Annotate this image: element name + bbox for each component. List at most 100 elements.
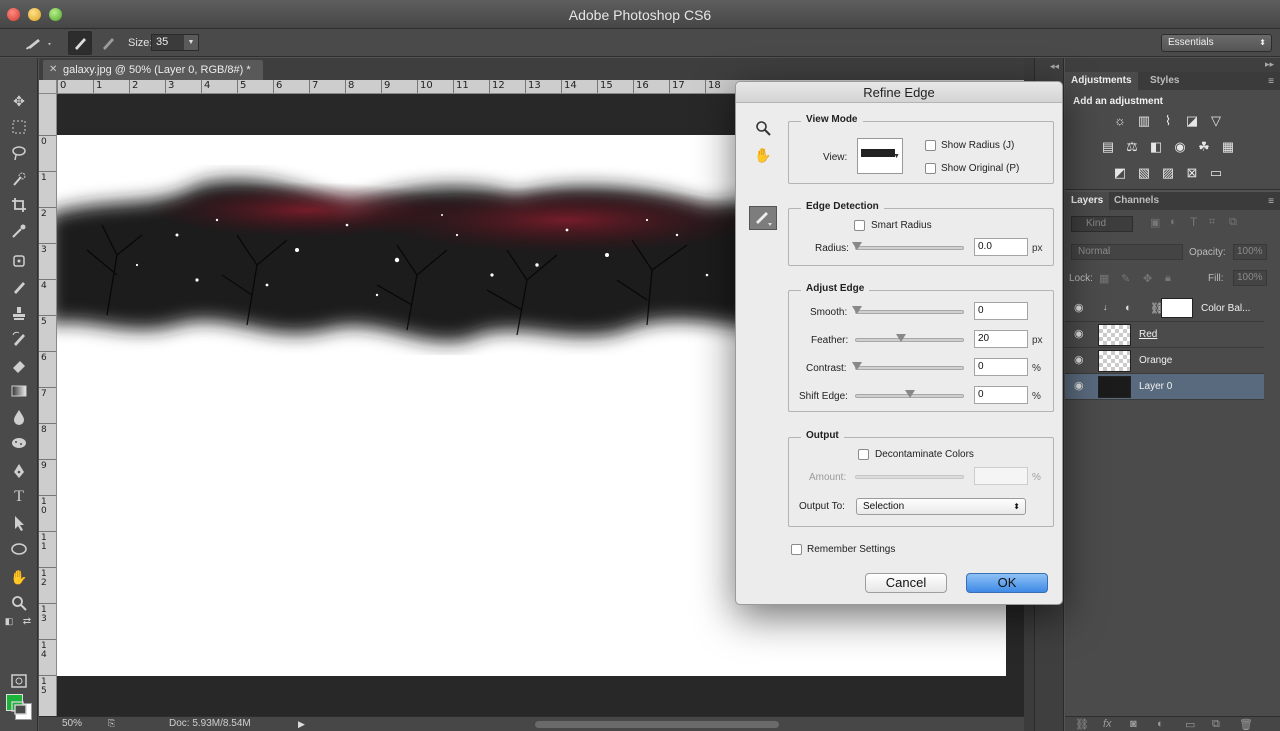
quick-selection-tool-icon[interactable] [8,168,30,190]
exposure-icon[interactable]: ◪ [1184,114,1200,128]
hand-tool-icon[interactable]: ✋ [754,146,772,164]
export-icon[interactable]: ⎘ [108,718,115,729]
filter-shape-icon[interactable]: ⌗ [1209,216,1215,229]
view-mode-picker[interactable]: ▼ [857,138,903,174]
tab-layers[interactable]: Layers [1065,192,1110,210]
contrast-slider[interactable] [852,362,964,370]
lasso-tool-icon[interactable] [8,142,30,164]
trash-icon[interactable]: 🗑︎ [1239,718,1253,731]
ellipse-tool-icon[interactable] [8,538,30,560]
feather-slider-knob[interactable] [896,334,906,342]
remember-settings-checkbox[interactable] [791,544,802,555]
document-tab[interactable]: ✕ galaxy.jpg @ 50% (Layer 0, RGB/8#) * [43,60,263,80]
posterize-icon[interactable]: ▧ [1136,166,1152,180]
move-tool-icon[interactable]: ✥ [8,90,30,112]
radius-slider[interactable] [852,242,964,250]
panel-menu-icon[interactable]: ≡ [1268,196,1274,207]
show-radius-label[interactable]: Show Radius (J) [941,140,1014,151]
ruler-origin[interactable] [39,80,57,94]
size-input[interactable]: 35 ▼ [151,34,199,51]
contrast-input[interactable]: 0 [974,358,1028,376]
photo-filter-icon[interactable]: ◉ [1172,140,1188,154]
layer-name[interactable]: Orange [1139,355,1172,366]
layer-mask-thumbnail[interactable] [1161,298,1193,318]
eyedropper-tool-icon[interactable] [8,220,30,242]
layer-name[interactable]: Color Bal... [1201,303,1250,314]
layer-row[interactable]: ◉ Layer 0 [1065,374,1264,400]
lock-position-icon[interactable]: ✥ [1143,272,1152,285]
vibrance-icon[interactable]: ▽ [1208,114,1224,128]
layer-row[interactable]: ◉ Orange [1065,348,1264,374]
refine-radius-tool-button[interactable] [749,206,777,230]
tab-adjustments[interactable]: Adjustments [1065,72,1138,90]
smooth-slider[interactable] [852,306,964,314]
visibility-eye-icon[interactable]: ◉ [1074,381,1086,392]
show-original-checkbox[interactable] [925,163,936,174]
sponge-tool-icon[interactable] [8,432,30,454]
levels-icon[interactable]: ▥ [1136,114,1152,128]
expand-panels-icon[interactable]: ▸▸ [1265,59,1274,70]
curves-icon[interactable]: ⌇ [1160,114,1176,128]
link-layers-icon[interactable]: ⛓ [1075,718,1089,731]
hue-saturation-icon[interactable]: ▤ [1100,140,1116,154]
blur-tool-icon[interactable] [8,406,30,428]
show-radius-checkbox[interactable] [925,140,936,151]
layer-name[interactable]: Red [1139,329,1157,340]
zoom-tool-icon[interactable] [754,120,772,138]
new-adjustment-icon[interactable]: ◐ [1157,718,1164,730]
type-tool-icon[interactable]: T [8,486,30,508]
shift-edge-slider-knob[interactable] [905,390,915,398]
tab-channels[interactable]: Channels [1108,192,1165,210]
quick-mask-icon[interactable] [8,670,30,692]
horizontal-scrollbar[interactable] [535,721,779,728]
invert-icon[interactable]: ◩ [1112,166,1128,180]
zoom-tool-icon[interactable] [8,592,30,614]
play-arrow-icon[interactable]: ▶ [298,719,305,730]
smart-radius-label[interactable]: Smart Radius [871,220,932,231]
layer-name[interactable]: Layer 0 [1139,381,1172,392]
collapse-panels-icon[interactable]: ◂◂ [1050,61,1059,72]
opacity-input[interactable]: 100% [1233,244,1267,260]
path-selection-tool-icon[interactable] [8,512,30,534]
eraser-tool-icon[interactable] [8,354,30,376]
ok-button[interactable]: OK [966,573,1048,593]
radius-slider-knob[interactable] [852,242,862,250]
shift-edge-input[interactable]: 0 [974,386,1028,404]
clone-stamp-tool-icon[interactable] [8,302,30,324]
remember-settings-label[interactable]: Remember Settings [807,544,895,555]
feather-slider[interactable] [855,334,964,342]
color-lookup-icon[interactable]: ▦ [1220,140,1236,154]
spot-healing-tool-icon[interactable] [8,250,30,272]
chevron-down-icon[interactable]: ▼ [184,35,198,50]
marquee-tool-icon[interactable] [8,116,30,138]
pen-tool-icon[interactable] [8,460,30,482]
tab-styles[interactable]: Styles [1144,72,1185,90]
lock-transparency-icon[interactable]: ▦ [1099,272,1109,285]
selective-color-icon[interactable]: ⊠ [1184,166,1200,180]
layer-row[interactable]: ◉ ↓ ◐ ⛓ Color Bal... [1065,296,1264,322]
layer-row[interactable]: ◉ Red [1065,322,1264,348]
shift-edge-slider[interactable] [855,390,964,398]
hand-tool-icon[interactable]: ✋ [8,566,30,588]
filter-adjustment-icon[interactable]: ◐ [1170,216,1177,228]
visibility-eye-icon[interactable]: ◉ [1074,355,1086,366]
default-colors-icon[interactable]: ◧ [2,614,16,628]
refine-radius-tool-button[interactable] [68,31,92,55]
smooth-slider-knob[interactable] [852,306,862,314]
gradient-map-icon[interactable]: ▭ [1208,166,1224,180]
workspace-switcher[interactable]: Essentials ⬍ [1161,34,1272,52]
smooth-input[interactable]: 0 [974,302,1028,320]
add-mask-icon[interactable]: ◙ [1130,718,1137,730]
swap-colors-icon[interactable]: ⇄ [20,614,34,628]
fill-input[interactable]: 100% [1233,270,1267,286]
zoom-level[interactable]: 50% [62,718,82,729]
brightness-contrast-icon[interactable]: ☼ [1112,114,1128,128]
new-layer-icon[interactable]: ⧉ [1212,718,1220,731]
screen-mode-icon[interactable] [8,696,30,718]
color-balance-icon[interactable]: ⚖ [1124,140,1140,154]
decontaminate-colors-label[interactable]: Decontaminate Colors [875,449,974,460]
tool-preset-picker[interactable] [22,33,56,53]
filter-pixel-icon[interactable]: ▣ [1150,216,1160,229]
filter-smart-object-icon[interactable]: ⧉ [1229,216,1237,229]
output-to-select[interactable]: Selection ⬍ [856,498,1026,515]
